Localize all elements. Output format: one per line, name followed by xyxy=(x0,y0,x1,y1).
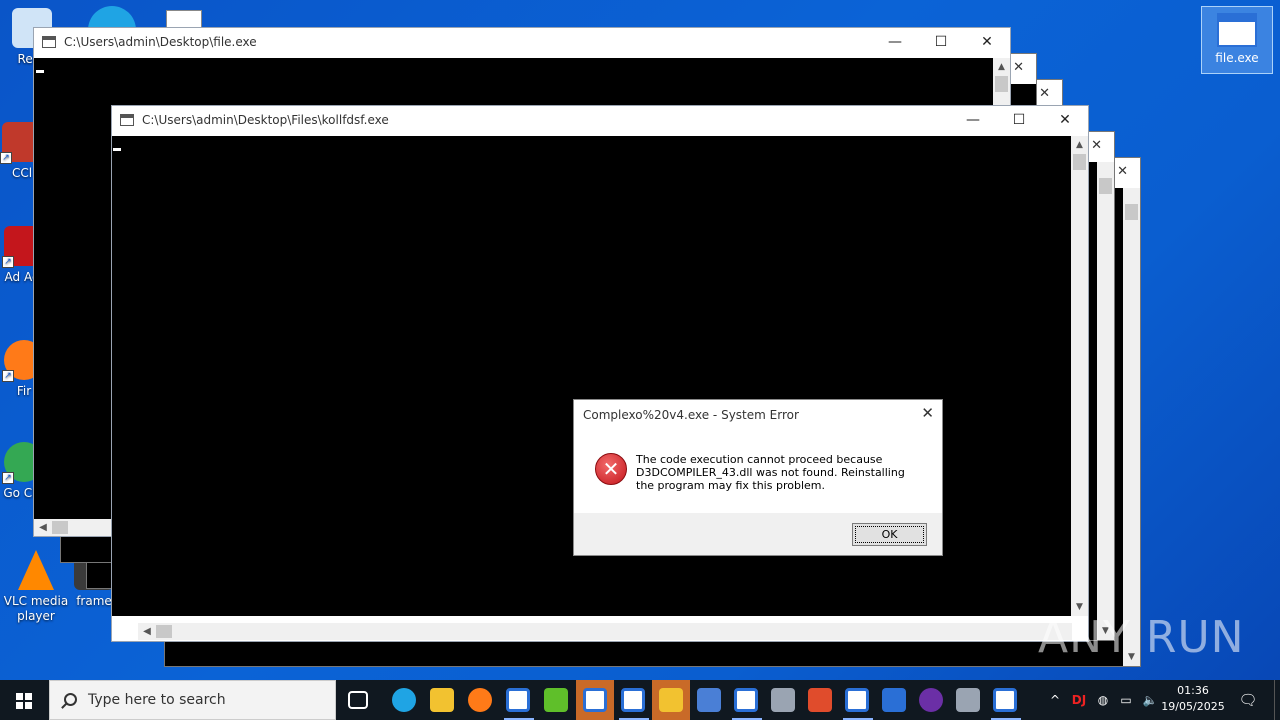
task-view-icon[interactable] xyxy=(348,691,368,709)
start-button[interactable] xyxy=(0,680,48,720)
bh-app-icon[interactable] xyxy=(544,688,568,712)
clock-time: 01:36 xyxy=(1177,684,1209,697)
scrollbar-thumb[interactable] xyxy=(1073,154,1086,170)
console-icon[interactable] xyxy=(621,688,645,712)
horizontal-scrollbar[interactable]: ◀ xyxy=(138,623,1072,640)
desktop-icon-file-exe[interactable]: file.exe xyxy=(1201,6,1273,74)
edge-icon[interactable] xyxy=(392,688,416,712)
console-icon[interactable] xyxy=(845,688,869,712)
network-tool-icon[interactable] xyxy=(697,688,721,712)
volume-tray-icon[interactable]: 🔈 xyxy=(1140,680,1160,720)
window-title: C:\Users\admin\Desktop\file.exe xyxy=(64,35,257,49)
shortcut-arrow-icon: ↗ xyxy=(2,370,14,382)
firefox-icon[interactable] xyxy=(468,688,492,712)
vertical-scrollbar[interactable]: ▲ ▼ xyxy=(1071,136,1088,616)
taskbar: Type here to search ^ DJ ◍ ▭ 🔈 01:36 19/… xyxy=(0,680,1280,720)
monitor-icon[interactable] xyxy=(882,688,906,712)
scrollbar-thumb[interactable] xyxy=(1099,178,1112,194)
scrollbar-thumb[interactable] xyxy=(52,521,68,534)
vlc-icon xyxy=(18,550,54,590)
windows-logo-icon xyxy=(25,693,32,700)
clock-date: 19/05/2025 xyxy=(1161,700,1225,713)
system-clock[interactable]: 01:36 19/05/2025 xyxy=(1158,683,1228,715)
show-desktop-button[interactable] xyxy=(1274,680,1280,720)
scroll-left-arrow-icon[interactable]: ◀ xyxy=(140,623,154,640)
window-titlebar: C:\Users\admin\Desktop\file.exe — ☐ ✕ xyxy=(34,28,1010,58)
desktop-icon-label: file.exe xyxy=(1215,51,1259,65)
anyrun-watermark: ANY RUN xyxy=(1038,612,1245,663)
dj-tray-icon[interactable]: DJ xyxy=(1068,680,1090,720)
minimize-button[interactable]: — xyxy=(872,28,918,58)
close-button[interactable]: ✕ xyxy=(964,28,1010,58)
shortcut-arrow-icon: ↗ xyxy=(2,256,14,268)
maximize-button[interactable]: ☐ xyxy=(996,106,1042,136)
ok-button[interactable]: OK xyxy=(852,523,927,546)
console-app-icon xyxy=(42,36,56,48)
maximize-button[interactable]: ☐ xyxy=(918,28,964,58)
windows-logo-icon xyxy=(16,693,23,700)
window-title: C:\Users\admin\Desktop\Files\kollfdsf.ex… xyxy=(142,113,389,127)
close-icon[interactable]: ✕ xyxy=(1013,60,1024,75)
dialog-footer: OK xyxy=(574,513,942,555)
executable-icon xyxy=(1217,13,1257,47)
minimize-button[interactable]: — xyxy=(950,106,996,136)
desktop-icon-label: Fir xyxy=(16,384,32,398)
search-icon xyxy=(64,693,77,706)
purple-app-icon[interactable] xyxy=(919,688,943,712)
console-icon[interactable] xyxy=(506,688,530,712)
security-tray-icon[interactable]: ◍ xyxy=(1094,680,1112,720)
link-icon[interactable] xyxy=(771,688,795,712)
installer-icon[interactable] xyxy=(956,688,980,712)
close-icon[interactable]: ✕ xyxy=(1091,138,1102,153)
close-icon[interactable]: ✕ xyxy=(1117,164,1128,179)
network-tray-icon[interactable]: ▭ xyxy=(1116,680,1136,720)
dialog-title: Complexo%20v4.exe - System Error xyxy=(583,408,799,422)
desktop-icon-label: CCl xyxy=(11,166,33,180)
error-message: The code execution cannot proceed becaus… xyxy=(636,453,905,492)
error-icon: ✕ xyxy=(595,453,627,485)
scrollbar-thumb[interactable] xyxy=(1125,204,1138,220)
taskbar-search-box[interactable]: Type here to search xyxy=(49,680,336,720)
desktop-icon-label: frame xyxy=(76,594,112,608)
shortcut-arrow-icon: ↗ xyxy=(0,152,12,164)
console-icon[interactable] xyxy=(734,688,758,712)
text-cursor xyxy=(113,148,121,151)
windows-logo-icon xyxy=(25,702,32,709)
search-placeholder: Type here to search xyxy=(88,692,226,708)
system-error-dialog[interactable]: Complexo%20v4.exe - System Error ✕ ✕ The… xyxy=(573,399,943,556)
scroll-left-arrow-icon[interactable]: ◀ xyxy=(36,519,50,536)
close-icon[interactable]: ✕ xyxy=(1039,86,1050,101)
window-titlebar: C:\Users\admin\Desktop\Files\kollfdsf.ex… xyxy=(112,106,1088,136)
scroll-up-arrow-icon[interactable]: ▲ xyxy=(1071,138,1088,152)
file-explorer-icon[interactable] xyxy=(430,688,454,712)
console-window-kollfdsf-exe[interactable]: C:\Users\admin\Desktop\Files\kollfdsf.ex… xyxy=(111,105,1089,642)
shortcut-arrow-icon: ↗ xyxy=(2,472,14,484)
notification-center-icon[interactable]: 🗨 xyxy=(1234,680,1262,720)
windows-logo-icon xyxy=(16,702,23,709)
vertical-scrollbar[interactable]: ▼ xyxy=(1123,188,1140,666)
scroll-up-arrow-icon[interactable]: ▲ xyxy=(993,60,1010,74)
vertical-scrollbar[interactable]: ▼ xyxy=(1097,162,1114,640)
package-icon[interactable] xyxy=(808,688,832,712)
text-cursor xyxy=(36,70,44,73)
scrollbar-thumb[interactable] xyxy=(995,76,1008,92)
console-app-icon xyxy=(120,114,134,126)
scrollbar-thumb[interactable] xyxy=(156,625,172,638)
tray-overflow-chevron-icon[interactable]: ^ xyxy=(1046,680,1064,720)
app-icon[interactable] xyxy=(659,688,683,712)
console-icon[interactable] xyxy=(583,688,607,712)
dialog-close-button[interactable]: ✕ xyxy=(921,404,934,422)
close-button[interactable]: ✕ xyxy=(1042,106,1088,136)
console-icon[interactable] xyxy=(993,688,1017,712)
